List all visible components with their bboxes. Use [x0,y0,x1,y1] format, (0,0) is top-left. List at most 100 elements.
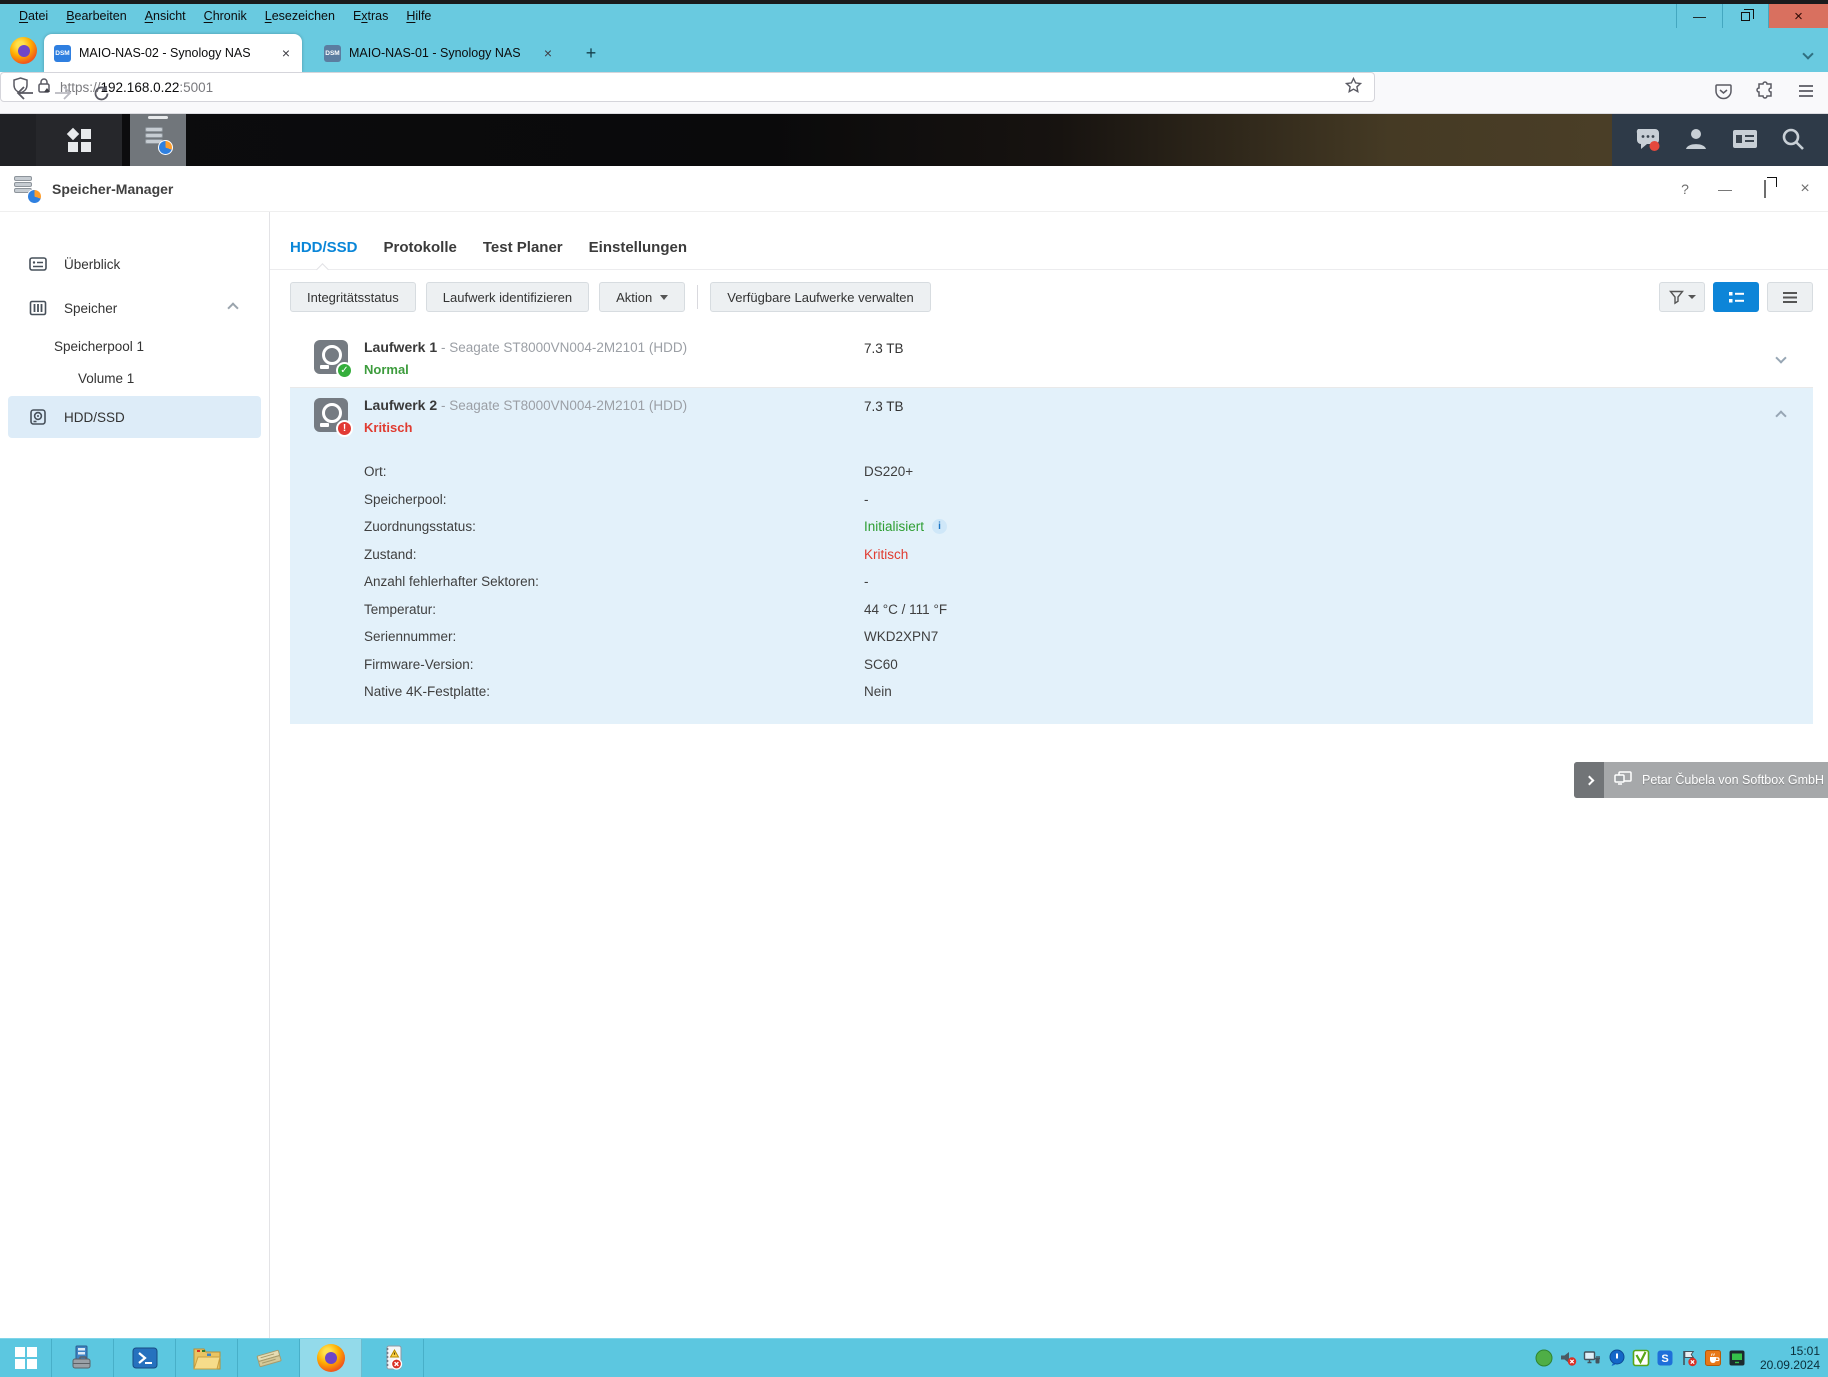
drive-row-laufwerk-2[interactable]: ! Laufwerk 2 - Seagate ST8000VN004-2M210… [290,388,1813,446]
collapse-chevron-icon[interactable] [227,302,238,313]
drive-status: Kritisch [364,420,412,435]
menu-ansicht[interactable]: Ansicht [136,7,195,25]
list-all-tabs-icon[interactable] [1802,48,1813,59]
user-account-icon[interactable] [1683,126,1709,155]
collapse-chevron-icon[interactable] [1775,410,1786,421]
menu-chronik[interactable]: Chronik [195,7,256,25]
tab-protokolle[interactable]: Protokolle [384,239,457,258]
back-icon[interactable] [14,82,36,104]
browser-tab-active[interactable]: DSM MAIO-NAS-02 - Synology NAS × [44,34,302,72]
menu-hilfe[interactable]: Hilfe [397,7,440,25]
caret-down-icon [660,295,668,300]
sidebar-item-speicherpool-1[interactable]: Speicherpool 1 [0,332,261,360]
tray-java-update-icon[interactable] [1704,1349,1722,1367]
drive-row-laufwerk-1[interactable]: ✓ Laufwerk 1 - Seagate ST8000VN004-2M210… [290,330,1813,388]
minimize-window-button[interactable]: — [1676,4,1722,28]
dsm-favicon: DSM [54,45,71,62]
funnel-icon [1669,290,1684,304]
url-text: https://192.168.0.22:5001 [60,80,213,95]
tab-hdd-ssd[interactable]: HDD/SSD [290,239,358,258]
restore-window-button[interactable] [1722,4,1768,28]
menu-datei[interactable]: Datei [10,7,57,25]
lock-warning-icon[interactable] [37,77,51,97]
menu-bearbeiten[interactable]: Bearbeiten [57,7,135,25]
taskbar-server-manager[interactable] [52,1339,114,1377]
screens-icon [1614,771,1632,789]
restore-icon [1764,180,1766,198]
tray-flag-error-icon[interactable] [1680,1349,1698,1367]
info-icon[interactable]: i [932,519,947,534]
close-window-button[interactable]: × [1768,4,1828,28]
widgets-panel-icon[interactable] [1731,127,1759,154]
url-bar[interactable]: https://192.168.0.22:5001 [0,72,1375,102]
tab-einstellungen[interactable]: Einstellungen [589,239,687,258]
sidebar-item-speicher[interactable]: Speicher [8,290,261,326]
taskbar-notebook-error-app[interactable] [362,1339,424,1377]
integritaetsstatus-button[interactable]: Integritätsstatus [290,282,416,312]
sidebar-item-volume-1[interactable]: Volume 1 [0,364,261,392]
extensions-puzzle-icon[interactable] [1756,82,1774,103]
menu-extras[interactable]: Extras [344,7,397,25]
expand-chevron-icon[interactable] [1775,352,1786,363]
list-view-button[interactable] [1713,282,1759,312]
tray-network-icon[interactable] [1583,1349,1602,1367]
panel-expand-button[interactable] [1574,762,1604,798]
tray-volume-muted-icon[interactable] [1559,1349,1577,1367]
detail-row: Firmware-Version:SC60 [364,651,1813,679]
drive-status: Normal [364,362,409,377]
tray-alert-balloon-icon[interactable] [1608,1349,1626,1367]
firefox-tabbar: DSM MAIO-NAS-02 - Synology NAS × DSM MAI… [0,28,1828,72]
window-controls: ? — × [1676,166,1814,212]
restore-button[interactable] [1756,181,1774,197]
tray-remote-monitor-icon[interactable] [1728,1349,1746,1367]
firefox-icon [10,37,37,64]
aktion-dropdown-button[interactable]: Aktion [599,282,685,312]
drive-icon: ! [314,398,348,432]
tray-sophos-icon[interactable]: S [1656,1349,1674,1367]
sidebar-item-hdd-ssd[interactable]: HDD/SSD [8,396,261,438]
filter-button[interactable] [1659,282,1705,312]
close-button[interactable]: × [1796,180,1814,198]
screen: Datei Bearbeiten Ansicht Chronik Lesezei… [0,0,1828,1377]
tray-green-status-icon[interactable] [1535,1349,1553,1367]
hamburger-menu-icon[interactable] [1798,84,1814,101]
new-tab-button[interactable]: + [580,42,602,64]
tray-green-v-icon[interactable] [1632,1349,1650,1367]
hdd-icon [28,407,48,427]
tab-close-icon[interactable]: × [280,45,292,61]
sidebar-item-ueberblick[interactable]: Überblick [8,246,261,282]
minimize-button[interactable]: — [1716,181,1734,197]
help-button[interactable]: ? [1676,181,1694,197]
storage-manager-window: Speicher-Manager ? — × Überblick [0,166,1828,1338]
dsm-storage-manager-task-button[interactable] [130,114,186,166]
drive-size: 7.3 TB [864,399,904,414]
reload-icon[interactable] [90,82,112,104]
menu-lesezeichen[interactable]: Lesezeichen [256,7,344,25]
taskbar-books-app[interactable] [238,1339,300,1377]
status-ok-badge: ✓ [336,362,353,379]
compact-view-button[interactable] [1767,282,1813,312]
verfuegbare-laufwerke-button[interactable]: Verfügbare Laufwerke verwalten [710,282,930,312]
storage-manager-icon [14,176,40,202]
start-button[interactable] [0,1339,52,1377]
taskbar-file-explorer[interactable] [176,1339,238,1377]
tab-test-planer[interactable]: Test Planer [483,239,563,258]
dsm-main-menu-button[interactable] [36,114,122,166]
pocket-icon[interactable] [1715,83,1732,103]
firefox-menubar: Datei Bearbeiten Ansicht Chronik Lesezei… [0,4,1828,28]
taskbar-clock[interactable]: 15:01 20.09.2024 [1760,1344,1820,1372]
window-titlebar[interactable]: Speicher-Manager ? — × [0,166,1828,212]
toolbar-separator [697,285,698,309]
tab-close-icon[interactable]: × [542,45,554,61]
dsm-desktop-bar [0,114,1828,166]
svg-text:S: S [1661,1353,1668,1365]
bookmark-star-icon[interactable] [1345,77,1362,97]
notifications-chat-icon[interactable] [1634,126,1662,155]
laufwerk-identifizieren-button[interactable]: Laufwerk identifizieren [426,282,589,312]
taskbar-powershell[interactable] [114,1339,176,1377]
forward-icon[interactable] [52,82,74,104]
system-tray: S 15:01 20.09.2024 [1535,1339,1828,1377]
search-icon[interactable] [1780,126,1806,155]
browser-tab-inactive[interactable]: DSM MAIO-NAS-01 - Synology NAS × [314,34,564,72]
taskbar-firefox[interactable] [300,1339,362,1377]
